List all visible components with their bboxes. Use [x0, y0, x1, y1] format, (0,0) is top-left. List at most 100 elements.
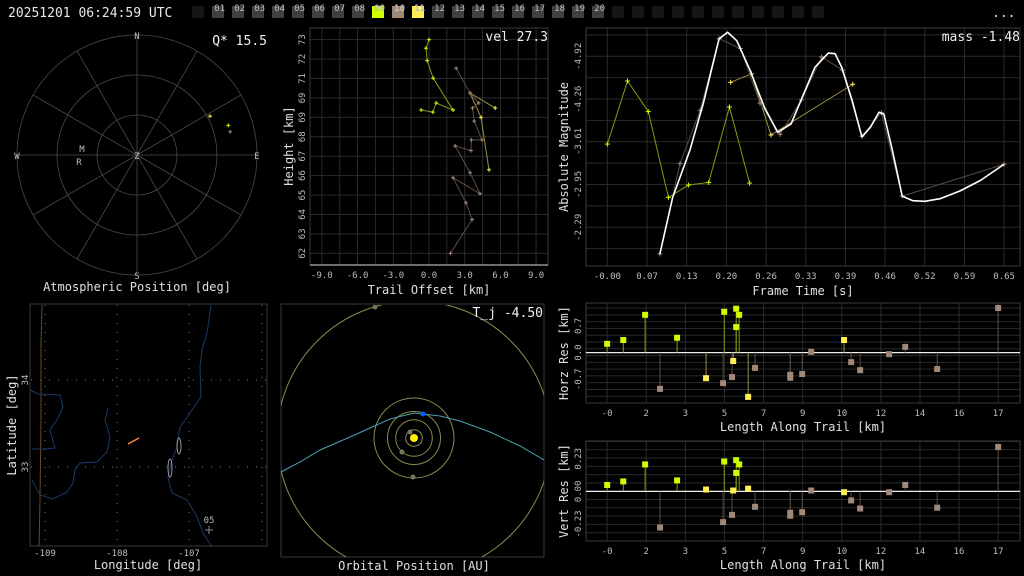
frame-button-04[interactable]: 04	[272, 4, 285, 18]
orbit-title: Orbital Position [AU]	[338, 559, 490, 573]
velocity-stat: vel 27.3	[485, 30, 548, 45]
residual-point-tan	[799, 509, 806, 516]
height-grid	[309, 27, 549, 266]
frame-button-09[interactable]: 09	[372, 4, 385, 18]
y-tick-label: 73	[298, 34, 308, 45]
frame-box[interactable]	[612, 6, 624, 18]
trail-point-tan	[472, 119, 477, 124]
river-east	[167, 304, 213, 548]
residual-point-lime	[674, 477, 681, 484]
frame-button-05[interactable]: 05	[292, 4, 305, 18]
frame-button-07[interactable]: 07	[332, 4, 345, 18]
frame-button-empty[interactable]	[772, 6, 784, 18]
frame-button-empty[interactable]	[672, 6, 684, 18]
x-tick-label: 16	[954, 409, 965, 419]
x-tick-label: 10	[836, 547, 847, 557]
frame-button-01[interactable]: 01	[212, 4, 225, 18]
frame-button-empty[interactable]	[732, 6, 744, 18]
frame-button-empty[interactable]	[632, 6, 644, 18]
frame-button-empty[interactable]	[812, 6, 824, 18]
residual-point-tan	[848, 359, 855, 366]
frame-button-08[interactable]: 08	[352, 4, 365, 18]
height-xlabel: Trail Offset [km]	[368, 283, 491, 297]
residual-point-yellow	[745, 393, 752, 400]
y-tick-label: -0.23	[574, 510, 584, 537]
residual-point-tan	[799, 370, 806, 377]
frame-box[interactable]	[192, 6, 204, 18]
earth-icon	[420, 411, 426, 417]
frame-box[interactable]	[632, 6, 644, 18]
mass-stat: mass -1.48	[942, 30, 1020, 45]
frame-button-empty[interactable]	[712, 6, 724, 18]
frame-label: 14	[474, 4, 485, 14]
residual-point-lime	[721, 308, 728, 315]
radiant-point-lime	[226, 123, 231, 128]
frame-button-03[interactable]: 03	[252, 4, 265, 18]
frame-button-10[interactable]: 10	[392, 4, 405, 18]
trail-point-tan	[469, 148, 474, 153]
frame-button-17[interactable]: 17	[532, 4, 545, 18]
y-tick-label: -4.26	[574, 86, 584, 113]
frame-box[interactable]	[812, 6, 824, 18]
frame-box[interactable]	[752, 6, 764, 18]
frame-label: 01	[214, 4, 225, 14]
frame-button-16[interactable]: 16	[512, 4, 525, 18]
frame-box[interactable]	[772, 6, 784, 18]
frame-label: 17	[534, 4, 545, 14]
frame-button-20[interactable]: 20	[592, 4, 605, 18]
frame-button-empty[interactable]	[752, 6, 764, 18]
frame-button-18[interactable]: 18	[552, 4, 565, 18]
frame-button-11[interactable]: 11	[412, 4, 425, 18]
frame-box[interactable]	[792, 6, 804, 18]
residual-point-tan	[720, 380, 727, 387]
magnitude-ylabel: Absolute Magnitude	[557, 82, 571, 212]
residual-point-lime	[642, 311, 649, 318]
frame-button-empty[interactable]	[792, 6, 804, 18]
frame-label: 03	[254, 4, 265, 14]
residual-point-lime	[642, 461, 649, 468]
residual-point-lime	[736, 461, 743, 468]
frame-label: 19	[574, 4, 585, 14]
frame-button-empty[interactable]	[192, 6, 204, 18]
frame-button-13[interactable]: 13	[452, 4, 465, 18]
q-star-stat: Q* 15.5	[212, 34, 267, 49]
frame-box[interactable]	[712, 6, 724, 18]
map-gridlines	[31, 305, 266, 546]
residual-point-tan	[729, 374, 736, 381]
frame-selector[interactable]: 01 02 03 04 05 06 07 08 09 10 11 12 13 14 15 16 17 18 19 20	[192, 4, 824, 18]
y-tick-label: 0.7	[574, 318, 584, 334]
frame-box[interactable]	[732, 6, 744, 18]
sun-icon	[410, 434, 418, 442]
frame-label: 16	[514, 4, 525, 14]
frame-button-06[interactable]: 06	[312, 4, 325, 18]
venus-icon	[399, 449, 405, 455]
x-tick-label: 0.52	[914, 272, 936, 282]
frame-label: 12	[434, 4, 445, 14]
frame-label: 20	[594, 4, 605, 14]
residual-point-lime	[721, 458, 728, 465]
residual-point-yellow	[841, 489, 848, 496]
frame-button-15[interactable]: 15	[492, 4, 505, 18]
menu-button[interactable]: ...	[992, 6, 1015, 21]
map-frame	[29, 303, 268, 547]
x-tick-label: 12	[875, 547, 886, 557]
x-tick-label: 14	[915, 547, 926, 557]
frame-box[interactable]	[672, 6, 684, 18]
frame-box[interactable]	[652, 6, 664, 18]
x-tick-label: -0	[602, 547, 613, 557]
frame-button-19[interactable]: 19	[572, 4, 585, 18]
lat-tick: 33	[21, 462, 31, 473]
frame-button-02[interactable]: 02	[232, 4, 245, 18]
lightcurve-point-yellow	[768, 132, 774, 138]
frame-button-empty[interactable]	[692, 6, 704, 18]
lightcurve-point-lime	[604, 141, 610, 147]
frame-button-empty[interactable]	[612, 6, 624, 18]
frame-button-12[interactable]: 12	[432, 4, 445, 18]
frame-box[interactable]	[692, 6, 704, 18]
frame-button-14[interactable]: 14	[472, 4, 485, 18]
trail-point-lime	[430, 110, 435, 115]
trail-point-tan	[468, 170, 473, 175]
trail-point-tan	[479, 137, 484, 142]
x-tick-label: 5	[722, 409, 727, 419]
frame-button-empty[interactable]	[652, 6, 664, 18]
